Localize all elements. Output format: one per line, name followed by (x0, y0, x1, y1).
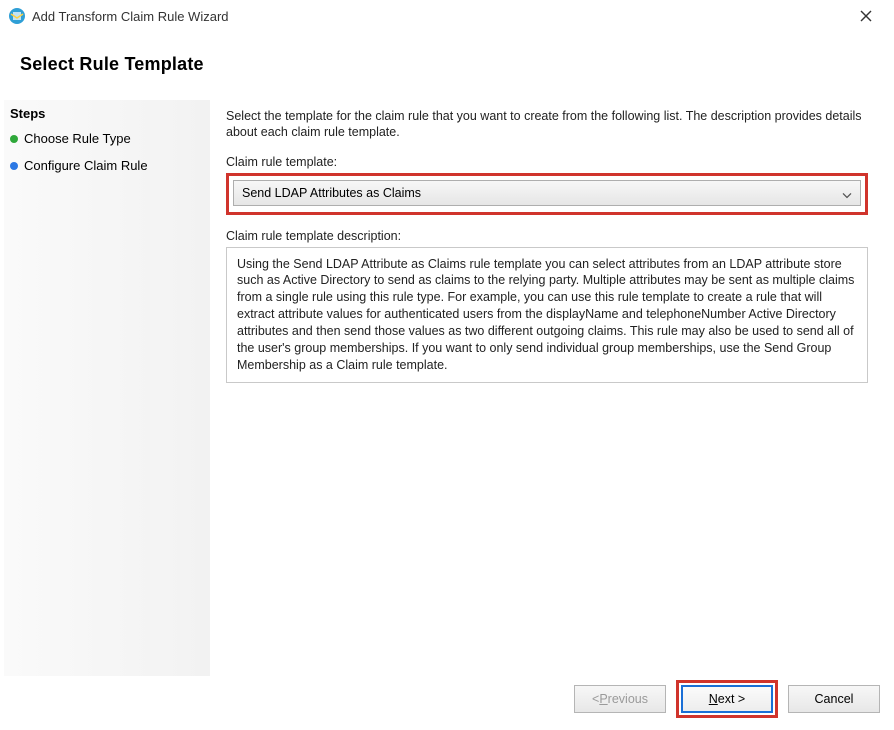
step-bullet-icon (10, 162, 18, 170)
title-bar: Add Transform Claim Rule Wizard (0, 0, 894, 32)
description-label: Claim rule template description: (226, 229, 868, 243)
template-label: Claim rule template: (226, 155, 868, 169)
intro-text: Select the template for the claim rule t… (226, 108, 868, 141)
wizard-footer: < Previous Next > Cancel (574, 680, 880, 718)
step-choose-rule-type[interactable]: Choose Rule Type (8, 127, 210, 154)
page-title: Select Rule Template (20, 54, 874, 75)
page-header: Select Rule Template (0, 32, 894, 93)
step-configure-claim-rule[interactable]: Configure Claim Rule (8, 154, 210, 181)
step-label: Configure Claim Rule (24, 158, 148, 173)
template-dropdown[interactable]: Send LDAP Attributes as Claims (233, 180, 861, 206)
next-button[interactable]: Next > (681, 685, 773, 713)
app-icon (8, 7, 26, 25)
template-dropdown-highlight: Send LDAP Attributes as Claims (226, 173, 868, 215)
main-panel: Select the template for the claim rule t… (210, 100, 884, 676)
steps-sidebar: Steps Choose Rule Type Configure Claim R… (4, 100, 210, 676)
description-box: Using the Send LDAP Attribute as Claims … (226, 247, 868, 383)
step-bullet-icon (10, 135, 18, 143)
step-label: Choose Rule Type (24, 131, 131, 146)
body-area: Steps Choose Rule Type Configure Claim R… (4, 100, 884, 676)
window-title: Add Transform Claim Rule Wizard (32, 9, 846, 24)
close-button[interactable] (846, 2, 886, 30)
template-selected-value: Send LDAP Attributes as Claims (242, 186, 421, 200)
close-icon (860, 10, 872, 22)
previous-button: < Previous (574, 685, 666, 713)
cancel-button[interactable]: Cancel (788, 685, 880, 713)
steps-title: Steps (8, 104, 210, 127)
next-button-highlight: Next > (676, 680, 778, 718)
chevron-down-icon (842, 187, 852, 201)
